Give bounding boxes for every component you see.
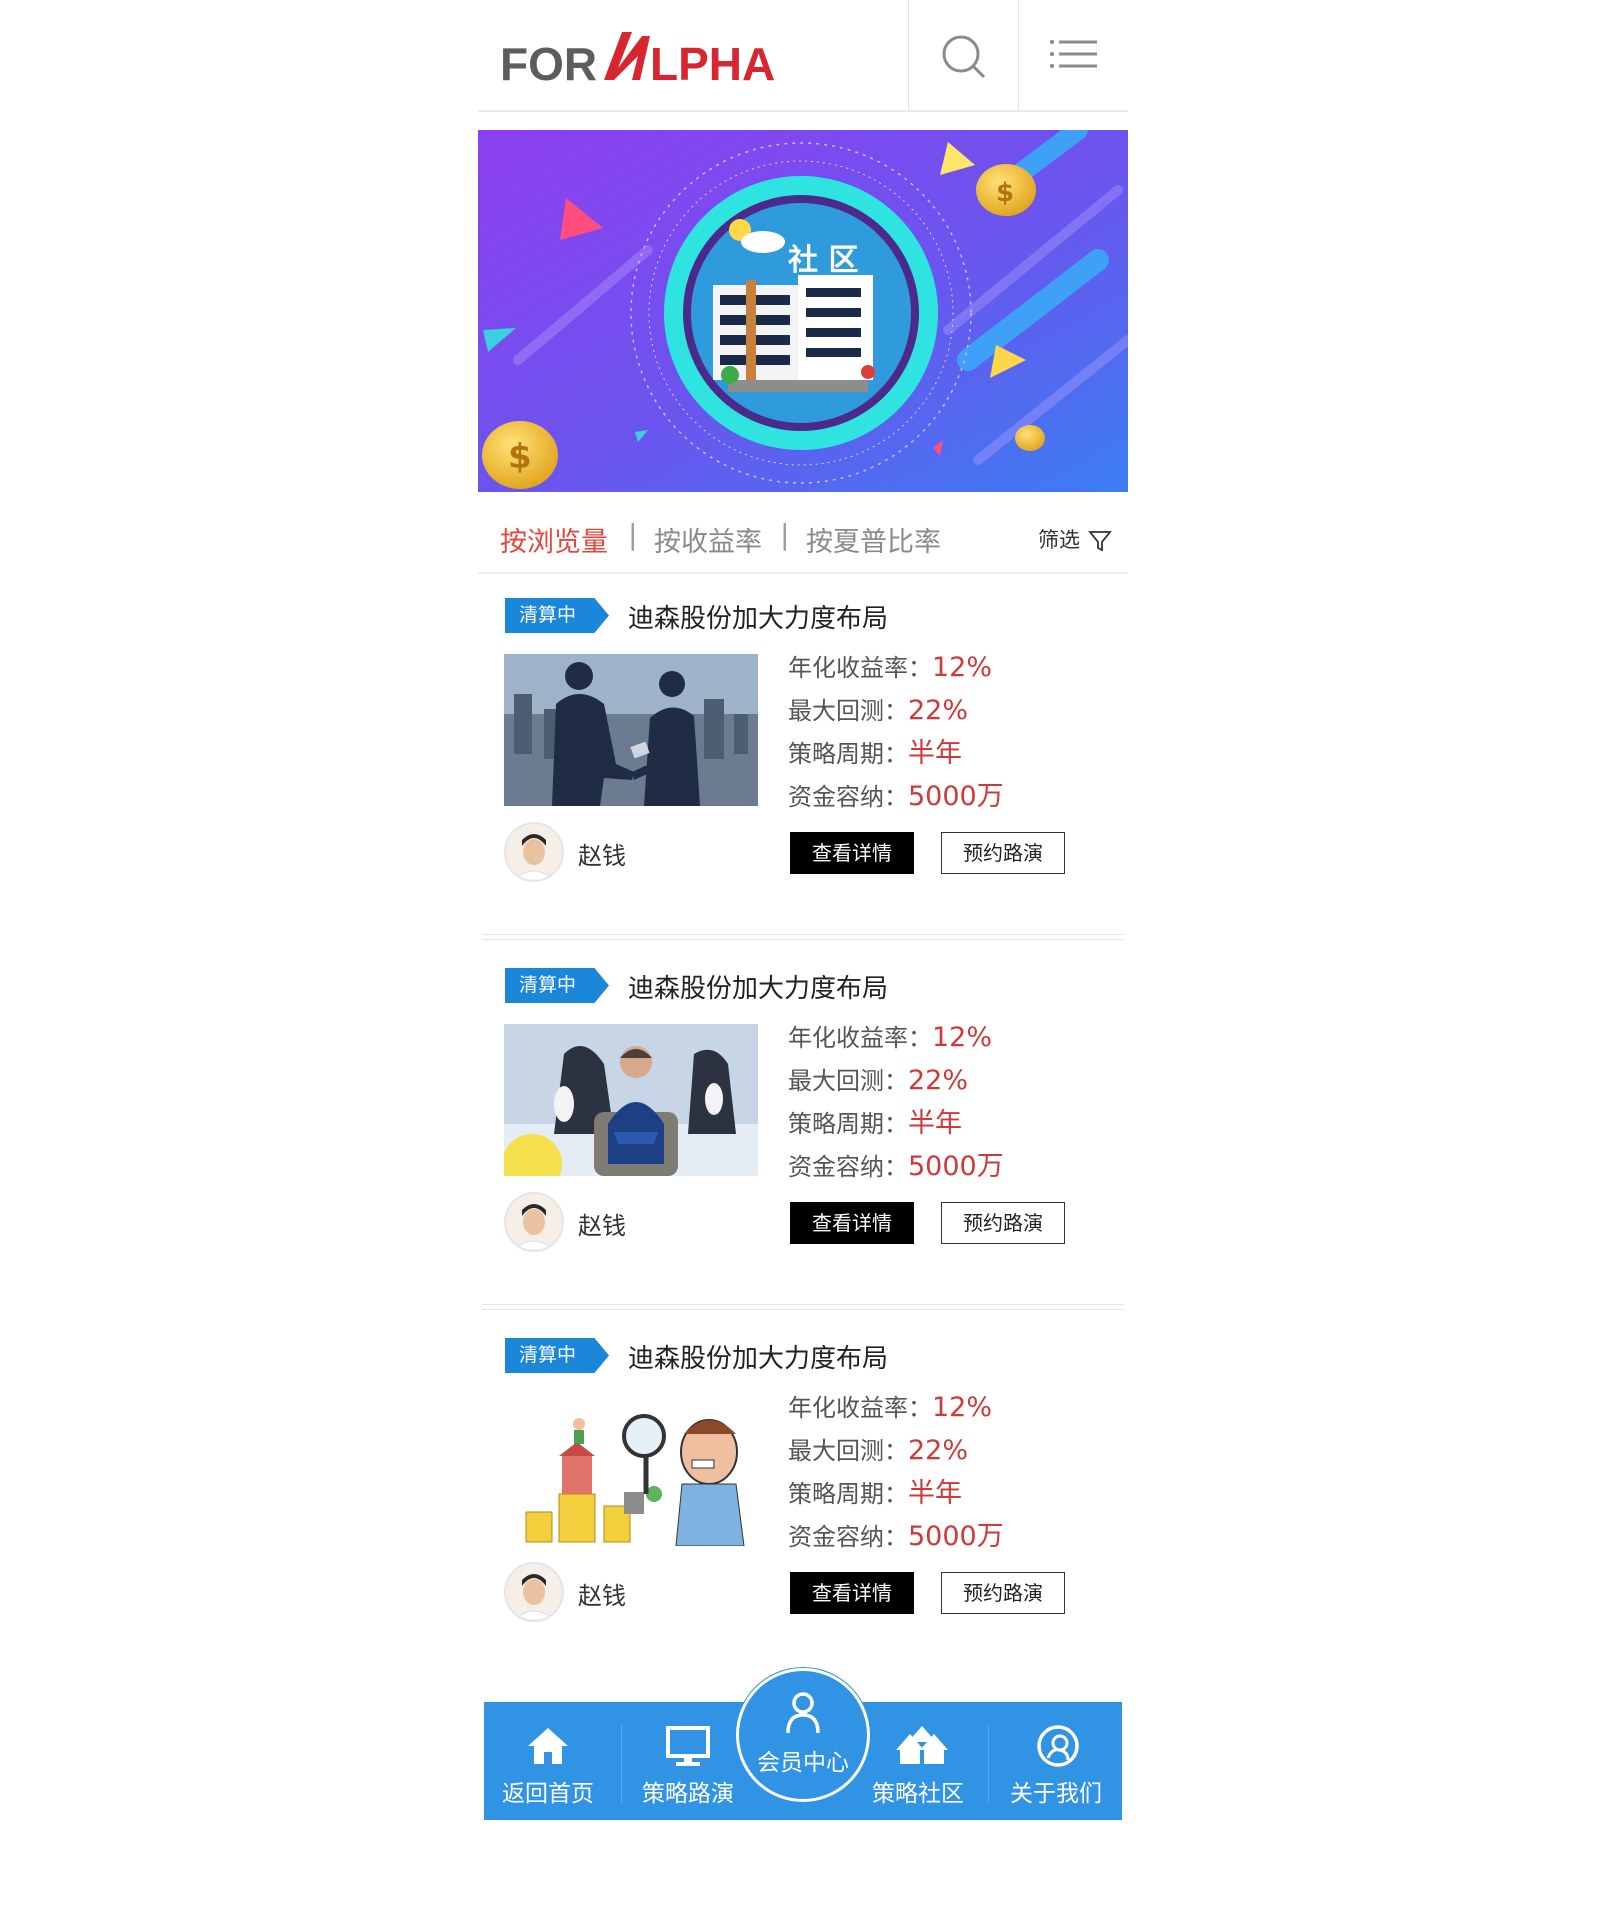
sort-separator: | — [780, 518, 790, 551]
avatar — [504, 1192, 564, 1252]
strategy-card: 清算中 迪森股份加大力度布局 年化收益率：12% 最大回测：22% 策略周期：半… — [478, 1314, 1128, 1680]
nav-separator — [988, 1724, 989, 1804]
stat-annual-return: 年化收益率：12% — [788, 652, 993, 683]
alpha-a-mark-icon — [604, 32, 650, 80]
stat-max-drawdown: 最大回测：22% — [788, 695, 969, 726]
avatar — [504, 1562, 564, 1622]
menu-button[interactable] — [1018, 0, 1129, 110]
man-with-penguins-image — [504, 1024, 758, 1176]
stat-period: 策略周期：半年 — [788, 1478, 962, 1509]
author-name: 赵钱 — [578, 1582, 626, 1610]
search-button[interactable] — [908, 0, 1019, 110]
nav-home-label: 返回首页 — [502, 1781, 594, 1807]
home-icon — [528, 1728, 568, 1764]
sort-by-return[interactable]: 按收益率 — [654, 520, 762, 559]
houses-icon — [896, 1726, 948, 1764]
strategy-thumbnail[interactable] — [504, 1024, 758, 1176]
person-avatar-icon — [506, 1194, 562, 1250]
person-avatar-icon — [506, 824, 562, 880]
stat-period: 策略周期：半年 — [788, 738, 962, 769]
book-roadshow-button[interactable]: 预约路演 — [941, 1202, 1065, 1244]
stat-capacity: 资金容纳：5000万 — [788, 1521, 1004, 1552]
business-handshake-image — [504, 654, 758, 806]
top-header: FOR LPHA — [478, 0, 1128, 112]
nav-roadshow-label: 策略路演 — [642, 1781, 734, 1807]
forlpha-logo[interactable]: FOR LPHA — [500, 22, 820, 92]
nav-community[interactable]: 策略社区 — [854, 1702, 982, 1820]
view-details-button[interactable]: 查看详情 — [790, 832, 914, 874]
svg-text:社 区: 社 区 — [788, 243, 858, 278]
nav-separator — [621, 1724, 622, 1804]
book-roadshow-button[interactable]: 预约路演 — [941, 832, 1065, 874]
svg-text:$: $ — [508, 437, 532, 477]
community-banner[interactable]: 社 区 $ $ — [478, 130, 1128, 492]
stat-period: 策略周期：半年 — [788, 1108, 962, 1139]
nav-community-label: 策略社区 — [872, 1781, 964, 1807]
strategy-thumbnail[interactable] — [504, 654, 758, 806]
author-name: 赵钱 — [578, 842, 626, 870]
stat-annual-return: 年化收益率：12% — [788, 1022, 993, 1053]
strategy-title[interactable]: 迪森股份加大力度布局 — [628, 968, 888, 1005]
strategy-card: 清算中 迪森股份加大力度布局 年化收益率：12% 最大回测：22% 策略周期：半 — [478, 574, 1128, 940]
strategy-title[interactable]: 迪森股份加大力度布局 — [628, 598, 888, 635]
nav-member-center[interactable]: 会员中心 — [736, 1668, 870, 1802]
menu-list-icon — [1050, 40, 1097, 68]
nav-about-label: 关于我们 — [1010, 1781, 1102, 1807]
avatar — [504, 822, 564, 882]
cartoon-magnifier-image — [504, 1394, 758, 1546]
nav-home[interactable]: 返回首页 — [484, 1702, 612, 1820]
svg-text:LPHA: LPHA — [650, 38, 775, 90]
view-details-button[interactable]: 查看详情 — [790, 1572, 914, 1614]
stat-capacity: 资金容纳：5000万 — [788, 1151, 1004, 1182]
nav-member-center-label: 会员中心 — [757, 1750, 849, 1776]
building-icon — [713, 275, 875, 392]
mobile-page: FOR LPHA 社 区 $ $ 按浏览量 | 按收益率 | 按夏普比率 筛选 … — [478, 0, 1128, 1913]
card-divider — [482, 1304, 1124, 1310]
funnel-icon — [1088, 531, 1112, 552]
strategy-title[interactable]: 迪森股份加大力度布局 — [628, 1338, 888, 1375]
banner-illustration: 社 区 $ $ — [478, 130, 1128, 492]
user-icon — [786, 1692, 820, 1734]
svg-text:FOR: FOR — [500, 38, 597, 90]
nav-roadshow[interactable]: 策略路演 — [624, 1702, 752, 1820]
search-icon — [942, 35, 986, 79]
stats-list: 年化收益率：12% 最大回测：22% 策略周期：半年 资金容纳：5000万 — [788, 1016, 1004, 1188]
sort-separator: | — [628, 518, 638, 551]
filter-button[interactable]: 筛选 — [1038, 524, 1112, 554]
strategy-card: 清算中 迪森股份加大力度布局 年化收益率：12% 最大回测：22% 策略周期：半… — [478, 944, 1128, 1310]
person-avatar-icon — [506, 1564, 562, 1620]
status-badge: 清算中 — [505, 598, 609, 633]
filter-label: 筛选 — [1038, 528, 1080, 552]
sort-bar: 按浏览量 | 按收益率 | 按夏普比率 筛选 — [478, 510, 1128, 574]
sort-by-views[interactable]: 按浏览量 — [500, 520, 608, 559]
view-details-button[interactable]: 查看详情 — [790, 1202, 914, 1244]
stat-annual-return: 年化收益率：12% — [788, 1392, 993, 1423]
sort-by-sharpe[interactable]: 按夏普比率 — [806, 520, 941, 559]
monitor-icon — [666, 1726, 710, 1766]
stat-capacity: 资金容纳：5000万 — [788, 781, 1004, 812]
about-icon — [1037, 1725, 1079, 1767]
stat-max-drawdown: 最大回测：22% — [788, 1435, 969, 1466]
stats-list: 年化收益率：12% 最大回测：22% 策略周期：半年 资金容纳：5000万 — [788, 646, 1004, 818]
stat-max-drawdown: 最大回测：22% — [788, 1065, 969, 1096]
strategy-thumbnail[interactable] — [504, 1394, 758, 1546]
svg-text:$: $ — [996, 178, 1014, 208]
status-badge: 清算中 — [505, 968, 609, 1003]
author-name: 赵钱 — [578, 1212, 626, 1240]
stats-list: 年化收益率：12% 最大回测：22% 策略周期：半年 资金容纳：5000万 — [788, 1386, 1004, 1558]
status-badge: 清算中 — [505, 1338, 609, 1373]
book-roadshow-button[interactable]: 预约路演 — [941, 1572, 1065, 1614]
nav-about[interactable]: 关于我们 — [992, 1702, 1120, 1820]
card-divider — [482, 934, 1124, 940]
